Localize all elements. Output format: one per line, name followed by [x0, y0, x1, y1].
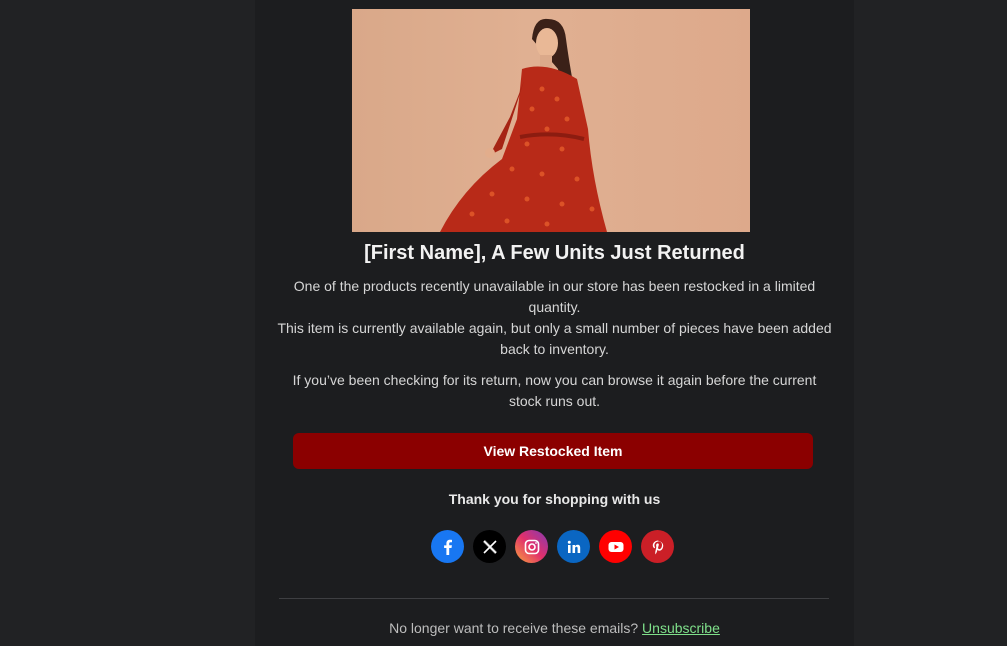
- stock-note: If you’ve been checking for its return, …: [292, 372, 817, 409]
- email-headline: [First Name], A Few Units Just Returned: [364, 242, 745, 264]
- unsubscribe-link[interactable]: Unsubscribe: [642, 620, 720, 636]
- view-restocked-item-button[interactable]: View Restocked Item: [293, 433, 813, 469]
- thank-you-text: Thank you for shopping with us: [448, 491, 661, 507]
- hero-image-red-dress: [352, 9, 750, 232]
- restock-description: One of the products recently unavailable…: [275, 276, 834, 360]
- youtube-icon[interactable]: [599, 530, 632, 563]
- instagram-icon[interactable]: [515, 530, 548, 563]
- footer-divider: [279, 598, 829, 599]
- restock-line-2: This item is currently available again, …: [277, 320, 832, 357]
- footer-text: No longer want to receive these emails?: [389, 620, 639, 636]
- social-links: [431, 530, 674, 563]
- facebook-icon[interactable]: [431, 530, 464, 563]
- x-icon[interactable]: [473, 530, 506, 563]
- linkedin-icon[interactable]: [557, 530, 590, 563]
- restock-line-1: One of the products recently unavailable…: [293, 278, 816, 315]
- unsubscribe-footer: No longer want to receive these emails? …: [255, 620, 854, 636]
- pinterest-icon[interactable]: [641, 530, 674, 563]
- email-card: [First Name], A Few Units Just Returned …: [255, 0, 854, 646]
